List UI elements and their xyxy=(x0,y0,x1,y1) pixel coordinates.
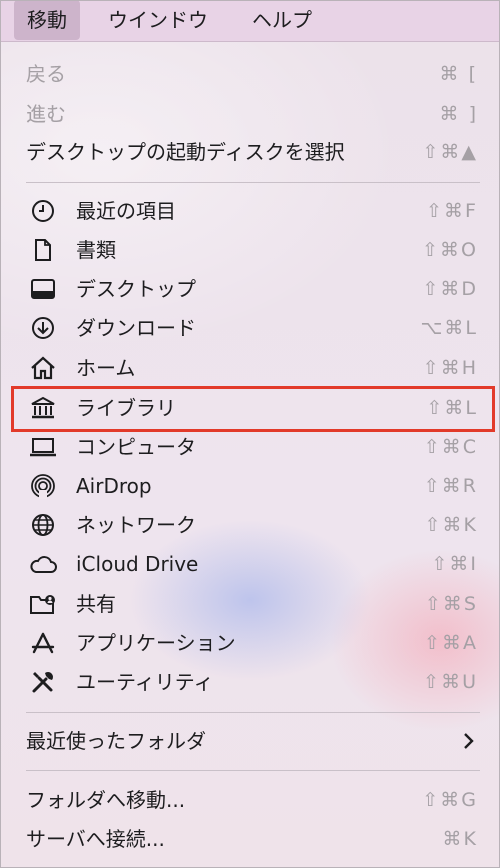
menubar-go[interactable]: 移動 xyxy=(14,0,80,40)
globe-icon xyxy=(28,512,58,538)
airdrop-icon xyxy=(28,473,58,499)
clock-icon xyxy=(28,198,58,224)
menu-item-documents[interactable]: 書類 ⇧⌘O xyxy=(0,231,500,269)
menu-item-desktop[interactable]: デスクトップ ⇧⌘D xyxy=(0,270,500,308)
menu-item-label: ダウンロード xyxy=(76,316,196,340)
menubar-window[interactable]: ウインドウ xyxy=(108,0,208,40)
utilities-icon xyxy=(28,669,58,695)
menu-item-connect-to-server[interactable]: サーバへ接続... ⌘K xyxy=(0,820,500,858)
shared-folder-icon xyxy=(28,591,58,617)
menu-item-shortcut: ⇧⌘▲ xyxy=(422,141,478,163)
menu-item-applications[interactable]: アプリケーション ⇧⌘A xyxy=(0,624,500,662)
laptop-icon xyxy=(28,434,58,460)
menu-item-shortcut: ⇧⌘S xyxy=(425,593,478,615)
menu-item-label: ホーム xyxy=(76,356,136,380)
menu-item-shortcut: ⇧⌘C xyxy=(423,436,478,458)
menu-item-shortcut: ⇧⌘A xyxy=(424,632,478,654)
menu-item-shortcut: ⇧⌘R xyxy=(423,475,478,497)
menu-item-downloads[interactable]: ダウンロード ⌥⌘L xyxy=(0,309,500,347)
menu-item-label: サーバへ接続... xyxy=(26,827,165,851)
applications-icon xyxy=(28,630,58,656)
menubar-help[interactable]: ヘルプ xyxy=(252,0,312,40)
menu-item-label: 書類 xyxy=(76,238,116,262)
library-icon xyxy=(28,395,58,421)
menu-item-utilities[interactable]: ユーティリティ ⇧⌘U xyxy=(0,663,500,701)
menu-item-shortcut: ⇧⌘O xyxy=(422,239,478,261)
menu-item-shortcut: ⇧⌘U xyxy=(423,671,478,693)
menu-item-icloud-drive[interactable]: iCloud Drive ⇧⌘I xyxy=(0,545,500,583)
menu-item-label: 共有 xyxy=(76,592,116,616)
menu-item-label: 戻る xyxy=(26,62,66,86)
menu-item-label: AirDrop xyxy=(76,474,152,498)
menu-item-airdrop[interactable]: AirDrop ⇧⌘R xyxy=(0,467,500,505)
menu-item-network[interactable]: ネットワーク ⇧⌘K xyxy=(0,506,500,544)
menu-item-shortcut: ⇧⌘I xyxy=(431,553,478,575)
menu-item-label: 最近の項目 xyxy=(76,199,176,223)
menu-item-computer[interactable]: コンピュータ ⇧⌘C xyxy=(0,428,500,466)
menu-item-recents[interactable]: 最近の項目 ⇧⌘F xyxy=(0,192,500,230)
menu-separator xyxy=(26,770,480,771)
menu-item-label: デスクトップの起動ディスクを選択 xyxy=(26,140,345,164)
menu-item-shortcut: ⇧⌘G xyxy=(422,789,478,811)
menu-item-label: ライブラリ xyxy=(76,396,176,420)
menu-item-label: 進む xyxy=(26,102,66,126)
document-icon xyxy=(28,237,58,263)
home-icon xyxy=(28,355,58,381)
desktop-icon xyxy=(28,276,58,302)
menu-item-shortcut: ⌘K xyxy=(442,828,478,850)
menu-item-shortcut: ⇧⌘K xyxy=(424,514,478,536)
menu-item-shortcut: ⇧⌘H xyxy=(422,357,478,379)
menu-separator xyxy=(26,712,480,713)
menu-item-shortcut: ⇧⌘F xyxy=(426,200,478,222)
menu-item-label: アプリケーション xyxy=(76,631,236,655)
menu-item-shortcut: ⇧⌘D xyxy=(422,278,478,300)
chevron-right-icon xyxy=(462,730,476,752)
icloud-icon xyxy=(28,551,58,577)
menu-item-library[interactable]: ライブラリ ⇧⌘L xyxy=(0,389,500,427)
menu-item-label: フォルダへ移動... xyxy=(26,788,186,812)
menu-item-startup-disk[interactable]: デスクトップの起動ディスクを選択 ⇧⌘▲ xyxy=(0,133,500,171)
menu-item-recent-folders[interactable]: 最近使ったフォルダ xyxy=(0,722,500,760)
menu-item-label: ネットワーク xyxy=(76,513,196,537)
menu-item-label: デスクトップ xyxy=(76,277,196,301)
menu-item-shortcut: ⌥⌘L xyxy=(420,317,478,339)
menu-item-label: コンピュータ xyxy=(76,435,196,459)
menu-bar: 移動 ウインドウ ヘルプ xyxy=(0,0,500,42)
menu-item-label: iCloud Drive xyxy=(76,552,199,576)
download-icon xyxy=(28,315,58,341)
menu-item-back[interactable]: 戻る ⌘ [ xyxy=(0,55,500,93)
menu-item-forward[interactable]: 進む ⌘ ] xyxy=(0,95,500,133)
menu-item-label: ユーティリティ xyxy=(76,670,214,694)
menu-item-home[interactable]: ホーム ⇧⌘H xyxy=(0,349,500,387)
menu-item-shortcut: ⌘ ] xyxy=(439,103,478,125)
menu-item-label: 最近使ったフォルダ xyxy=(26,729,206,753)
menu-item-shortcut: ⇧⌘L xyxy=(426,397,478,419)
menu-item-shared[interactable]: 共有 ⇧⌘S xyxy=(0,585,500,623)
menu-item-go-to-folder[interactable]: フォルダへ移動... ⇧⌘G xyxy=(0,781,500,819)
menu-separator xyxy=(26,182,480,183)
menu-item-shortcut: ⌘ [ xyxy=(439,63,478,85)
